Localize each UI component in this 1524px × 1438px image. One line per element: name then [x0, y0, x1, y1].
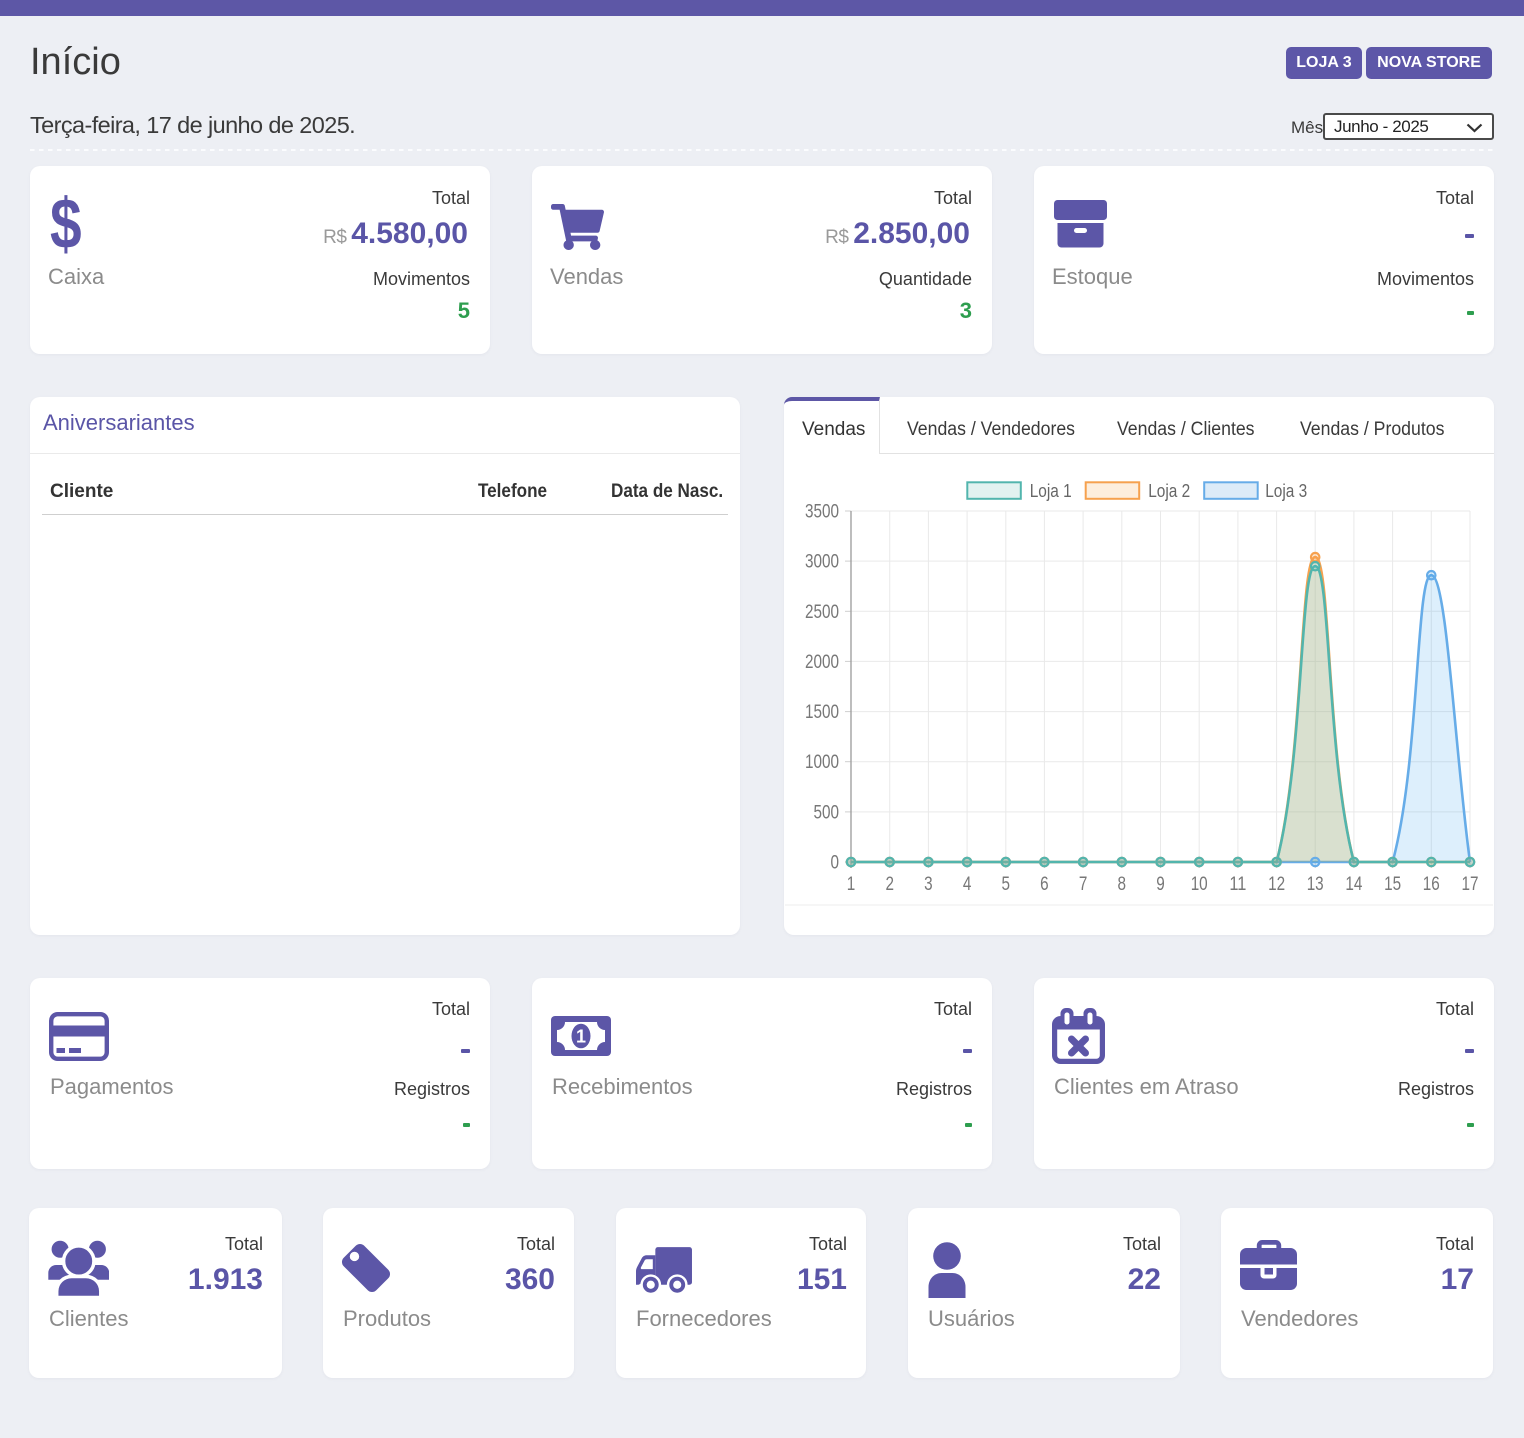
svg-text:3000: 3000: [805, 552, 839, 573]
svg-text:1: 1: [576, 1027, 586, 1047]
svg-text:9: 9: [1156, 874, 1165, 895]
svg-text:3500: 3500: [805, 502, 839, 523]
svg-text:17: 17: [1462, 874, 1479, 895]
svg-text:1: 1: [847, 874, 856, 895]
svg-text:15: 15: [1384, 874, 1401, 895]
svg-text:13: 13: [1307, 874, 1324, 895]
svg-text:10: 10: [1191, 874, 1208, 895]
svg-text:14: 14: [1345, 874, 1362, 895]
svg-text:1000: 1000: [805, 752, 839, 773]
svg-text:Loja 1: Loja 1: [1030, 481, 1072, 501]
svg-text:8: 8: [1118, 874, 1127, 895]
svg-text:Loja 3: Loja 3: [1265, 481, 1307, 501]
svg-text:500: 500: [814, 802, 840, 823]
svg-text:1500: 1500: [805, 702, 839, 723]
svg-text:0: 0: [831, 853, 840, 874]
svg-text:12: 12: [1268, 874, 1285, 895]
svg-text:3: 3: [924, 874, 933, 895]
svg-text:5: 5: [1002, 874, 1011, 895]
svg-text:16: 16: [1423, 874, 1440, 895]
svg-text:6: 6: [1040, 874, 1049, 895]
svg-text:2: 2: [885, 874, 894, 895]
svg-text:2000: 2000: [805, 652, 839, 673]
svg-text:11: 11: [1229, 874, 1246, 895]
svg-text:4: 4: [963, 874, 972, 895]
svg-text:7: 7: [1079, 874, 1088, 895]
svg-text:Loja 2: Loja 2: [1148, 481, 1190, 501]
svg-text:2500: 2500: [805, 602, 839, 623]
